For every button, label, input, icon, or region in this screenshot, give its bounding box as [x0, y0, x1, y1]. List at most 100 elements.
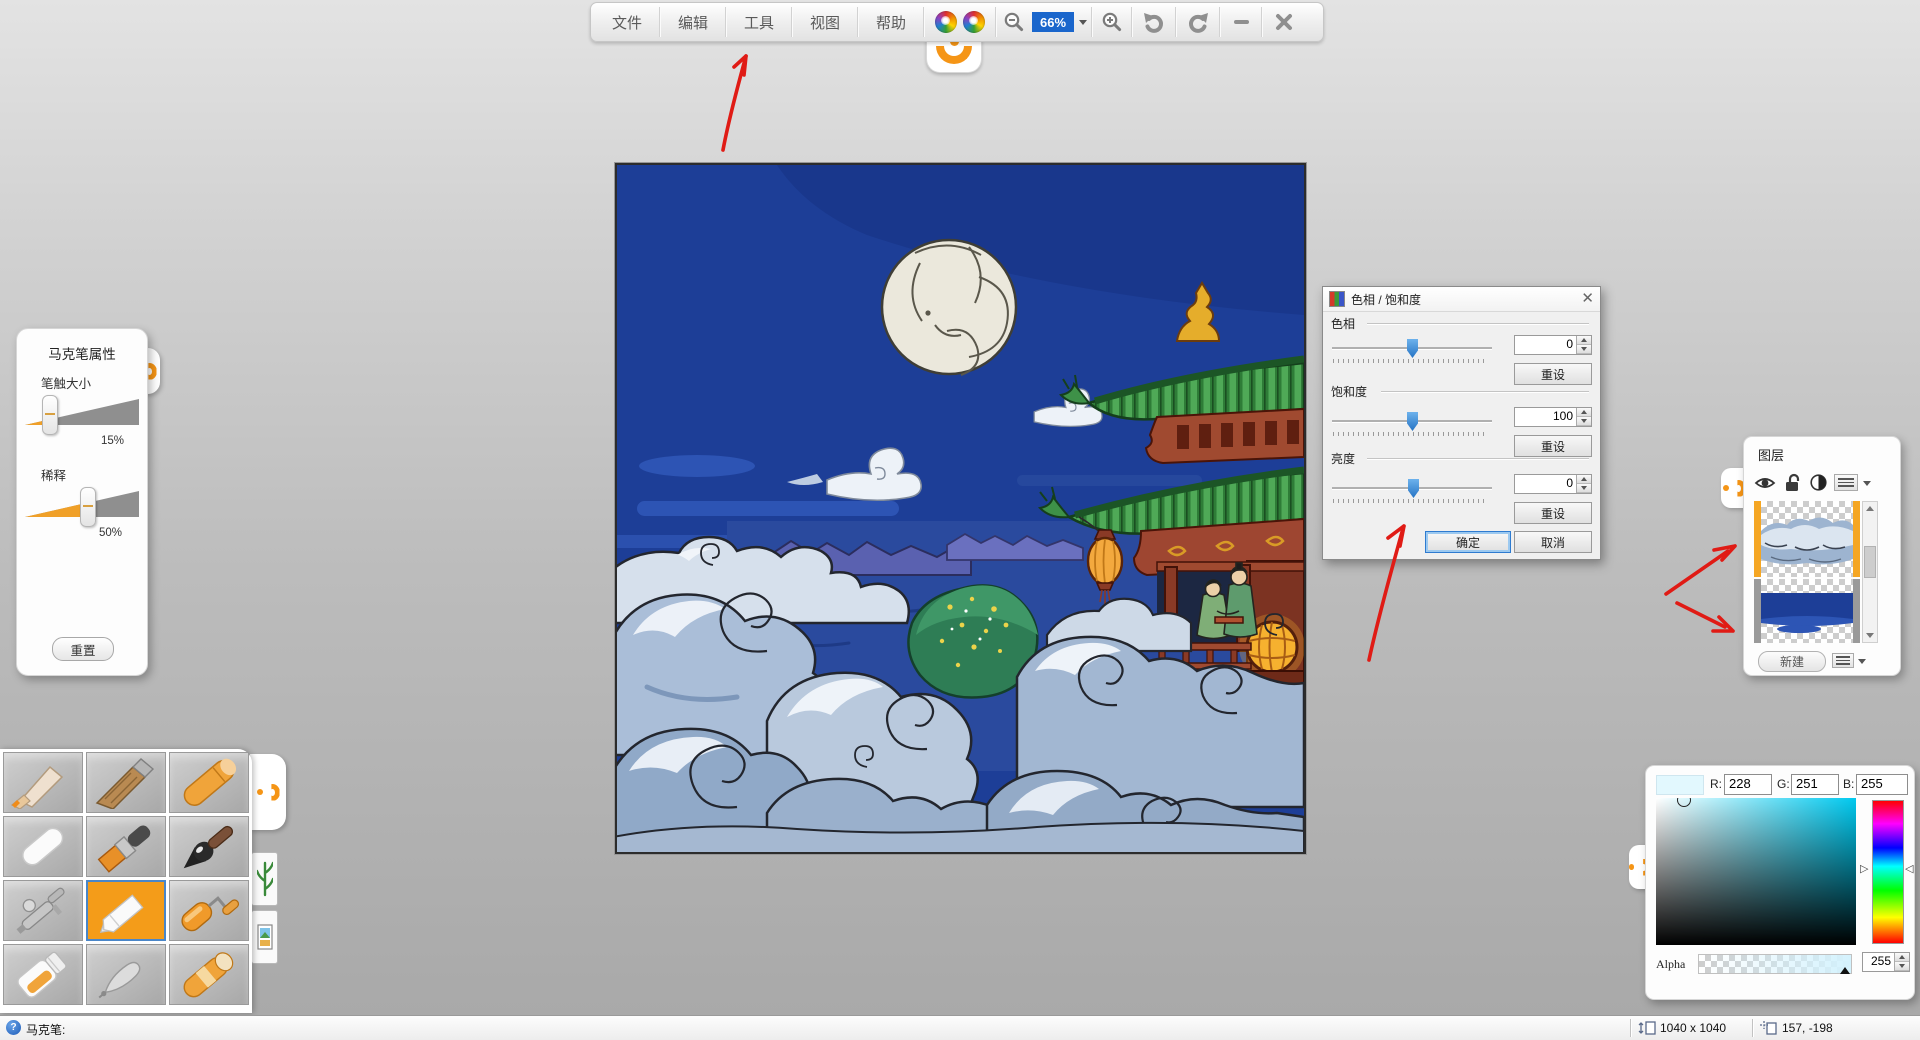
menu-edit[interactable]: 编辑: [661, 3, 725, 41]
saturation-value-picker[interactable]: [1656, 798, 1856, 945]
hue-slider-ticks: [1333, 359, 1487, 363]
app-window: 文件 编辑 工具 视图 帮助 66%: [0, 0, 1920, 1040]
brush-airbrush[interactable]: [3, 880, 83, 941]
drawing-canvas[interactable]: [615, 163, 1306, 854]
brush-paint-bottle[interactable]: [3, 944, 83, 1005]
marker-reset-button[interactable]: 重置: [52, 637, 114, 661]
brightness-slider-ticks: [1333, 499, 1487, 503]
ok-button[interactable]: 确定: [1425, 531, 1511, 553]
alpha-spinner[interactable]: [1894, 953, 1909, 971]
redo-button[interactable]: [1177, 3, 1219, 41]
menu-view[interactable]: 视图: [793, 3, 857, 41]
palette-panel-tab[interactable]: [250, 754, 286, 830]
brightness-spinner[interactable]: [1576, 475, 1591, 493]
menu-help[interactable]: 帮助: [859, 3, 923, 41]
saturation-value-input[interactable]: [1515, 408, 1573, 424]
zoom-dropdown-button[interactable]: [1075, 3, 1091, 41]
close-button[interactable]: [1263, 3, 1305, 41]
scroll-up-icon[interactable]: [1863, 502, 1877, 515]
brush-size-slider[interactable]: [25, 393, 139, 435]
undo-button[interactable]: [1133, 3, 1175, 41]
brightness-reset-button[interactable]: 重设: [1514, 502, 1592, 524]
brightness-value-box[interactable]: [1514, 474, 1592, 494]
blue-field[interactable]: [1856, 774, 1908, 795]
layer-opacity-icon[interactable]: [1810, 474, 1827, 491]
scrollbar-thumb[interactable]: [1864, 546, 1876, 578]
layer-menu-caret-icon[interactable]: [1863, 481, 1871, 486]
alpha-value-box[interactable]: [1862, 952, 1910, 972]
layer-item-selected[interactable]: [1754, 501, 1860, 577]
blue-input[interactable]: [1857, 775, 1911, 792]
hue-slider-thumb[interactable]: [1407, 339, 1418, 358]
minimize-button[interactable]: [1221, 3, 1261, 41]
cancel-button[interactable]: 取消: [1514, 531, 1592, 553]
brush-wax-crayon[interactable]: [169, 944, 249, 1005]
current-tool-label: 马克笔:: [26, 1021, 65, 1038]
color-cursor-icon[interactable]: [1677, 798, 1691, 807]
zoom-out-button[interactable]: [997, 3, 1031, 41]
paint-bottle-icon: [6, 949, 80, 1001]
menu-file[interactable]: 文件: [595, 3, 659, 41]
marker-panel-title: 马克笔属性: [17, 343, 147, 363]
red-input[interactable]: [1725, 775, 1775, 792]
brush-flat[interactable]: [86, 816, 166, 877]
dilution-slider-thumb[interactable]: [80, 487, 96, 527]
brush-size-slider-thumb[interactable]: [42, 395, 58, 435]
brush-roller[interactable]: [169, 880, 249, 941]
hue-value-box[interactable]: [1514, 335, 1592, 355]
main-toolbar: 文件 编辑 工具 视图 帮助 66%: [590, 2, 1324, 42]
brush-pencil[interactable]: [3, 752, 83, 813]
saturation-spinner[interactable]: [1576, 408, 1591, 426]
hue-value-input[interactable]: [1515, 336, 1573, 352]
red-field[interactable]: [1724, 774, 1772, 795]
saturation-slider-thumb[interactable]: [1407, 412, 1418, 431]
green-field[interactable]: [1791, 774, 1839, 795]
brush-crayon[interactable]: [169, 752, 249, 813]
dialog-titlebar[interactable]: 色相 / 饱和度 ✕: [1323, 287, 1600, 312]
brush-marker-selected[interactable]: [86, 880, 166, 941]
zoom-level-combo[interactable]: 66%: [1031, 3, 1075, 41]
saturation-reset-button[interactable]: 重设: [1514, 435, 1592, 457]
dialog-close-icon[interactable]: ✕: [1581, 292, 1594, 306]
brightness-value-input[interactable]: [1515, 475, 1573, 491]
layer-visibility-eye-icon[interactable]: [1754, 475, 1776, 491]
brush-wood[interactable]: [86, 752, 166, 813]
brush-ink[interactable]: [169, 816, 249, 877]
airbrush-icon: [6, 885, 80, 937]
menu-tools[interactable]: 工具: [727, 3, 791, 41]
layers-bottom-caret-icon[interactable]: [1858, 659, 1866, 664]
brush-size-value: 15%: [101, 435, 124, 447]
dilution-slider[interactable]: [25, 485, 139, 527]
green-input[interactable]: [1792, 775, 1842, 792]
brightness-slider-thumb[interactable]: [1408, 479, 1419, 498]
brush-fine-pen[interactable]: [86, 944, 166, 1005]
layer-lock-icon[interactable]: [1784, 473, 1802, 492]
hue-arrow-left-icon[interactable]: ▷: [1860, 864, 1868, 875]
bamboo-tool-button[interactable]: [251, 852, 278, 906]
hue-spinner[interactable]: [1576, 336, 1591, 354]
alpha-input[interactable]: [1863, 953, 1891, 969]
layer-menu-button[interactable]: [1834, 474, 1858, 491]
alpha-slider[interactable]: [1698, 954, 1852, 974]
arrow-to-layer1: [1666, 551, 1728, 594]
hue-reset-button[interactable]: 重设: [1514, 363, 1592, 385]
alpha-pointer-icon[interactable]: [1840, 967, 1850, 974]
saturation-value-box[interactable]: [1514, 407, 1592, 427]
pencil-icon: [6, 757, 80, 809]
new-layer-button[interactable]: 新建: [1758, 651, 1826, 672]
rgb-icon: [1329, 291, 1345, 307]
hue-arrow-right-icon[interactable]: ◁: [1905, 864, 1913, 875]
zoom-in-button[interactable]: [1093, 3, 1131, 41]
picture-tool-button[interactable]: [251, 910, 278, 964]
arrow-to-tools-menu: [723, 56, 746, 150]
layers-scrollbar[interactable]: [1862, 501, 1878, 643]
crayon-icon: [172, 757, 246, 809]
layer-item[interactable]: [1754, 579, 1860, 643]
cursor-position-value: 157, -198: [1782, 1021, 1833, 1035]
layers-bottom-menu-button[interactable]: [1832, 653, 1854, 668]
hue-bar[interactable]: [1872, 800, 1904, 944]
brush-chalk[interactable]: [3, 816, 83, 877]
scroll-down-icon[interactable]: [1863, 629, 1877, 642]
chevron-down-icon: [1079, 20, 1087, 25]
layer-thumbnail: [1761, 501, 1853, 577]
